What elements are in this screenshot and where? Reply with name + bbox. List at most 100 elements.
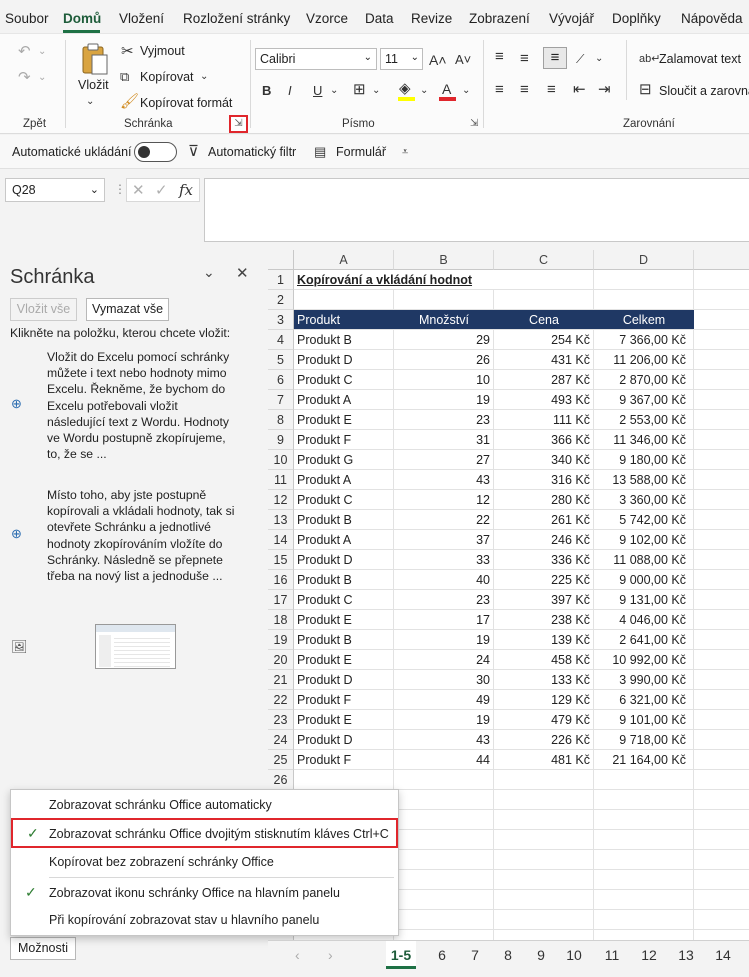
menu-page-layout[interactable]: Rozložení stránky xyxy=(183,11,290,26)
cell[interactable] xyxy=(694,510,749,530)
cell[interactable]: 23 xyxy=(394,410,494,430)
cell[interactable] xyxy=(694,670,749,690)
menu-file[interactable]: Soubor xyxy=(5,11,49,26)
cell[interactable]: 129 Kč xyxy=(494,690,594,710)
row-header[interactable]: 8 xyxy=(268,410,294,430)
row-header[interactable]: 10 xyxy=(268,450,294,470)
cell[interactable]: 24 xyxy=(394,650,494,670)
cell[interactable] xyxy=(494,910,594,930)
cell[interactable]: Produkt E xyxy=(294,650,394,670)
cell[interactable] xyxy=(494,810,594,830)
fill-color-icon[interactable]: ◈ xyxy=(399,81,411,97)
underline-icon[interactable]: U xyxy=(313,83,322,99)
cell[interactable] xyxy=(694,930,749,940)
cell[interactable]: 22 xyxy=(394,510,494,530)
italic-icon[interactable]: I xyxy=(288,83,292,99)
sheet-tab[interactable]: 7 xyxy=(463,947,487,963)
cell[interactable] xyxy=(394,810,494,830)
tab-scroll-right-icon[interactable]: › xyxy=(328,947,333,963)
cell[interactable]: 33 xyxy=(394,550,494,570)
row-header[interactable]: 11 xyxy=(268,470,294,490)
menu-item-copy-without-showing[interactable]: Kopírovat bez zobrazení schránky Office xyxy=(11,848,398,876)
cell[interactable] xyxy=(294,770,394,790)
cell[interactable]: 246 Kč xyxy=(494,530,594,550)
table-header-cell[interactable]: Celkem xyxy=(594,310,694,330)
menu-item-show-taskbar-icon[interactable]: ✓ Zobrazovat ikonu schránky Office na hl… xyxy=(11,879,398,907)
cell[interactable] xyxy=(394,290,494,310)
cell[interactable]: 238 Kč xyxy=(494,610,594,630)
cell[interactable] xyxy=(394,790,494,810)
row-header[interactable]: 23 xyxy=(268,710,294,730)
cell[interactable] xyxy=(694,310,749,330)
cell[interactable]: 11 206,00 Kč xyxy=(594,350,694,370)
font-name-combo[interactable]: Calibri ⌄ xyxy=(255,48,377,70)
cell[interactable]: 5 742,00 Kč xyxy=(594,510,694,530)
cell[interactable]: 479 Kč xyxy=(494,710,594,730)
cell[interactable] xyxy=(694,710,749,730)
column-header[interactable]: C xyxy=(494,250,594,270)
font-color-dropdown-icon[interactable]: ⌄ xyxy=(462,83,470,99)
cell[interactable] xyxy=(494,770,594,790)
copy-dropdown-icon[interactable]: ⌄ xyxy=(200,69,208,85)
underline-dropdown-icon[interactable]: ⌄ xyxy=(330,83,338,99)
copy-button[interactable]: Kopírovat xyxy=(140,70,194,84)
decrease-indent-icon[interactable]: ⇤ xyxy=(573,82,586,98)
cell[interactable] xyxy=(594,810,694,830)
pane-options-chevron-icon[interactable]: ⌄ xyxy=(203,264,215,281)
cell[interactable]: Produkt C xyxy=(294,370,394,390)
cell[interactable] xyxy=(494,870,594,890)
borders-icon[interactable]: ⊞ xyxy=(353,82,366,98)
cell[interactable]: 37 xyxy=(394,530,494,550)
cell[interactable] xyxy=(394,910,494,930)
cell[interactable]: Produkt C xyxy=(294,490,394,510)
cell[interactable]: 2 553,00 Kč xyxy=(594,410,694,430)
column-header[interactable]: D xyxy=(594,250,694,270)
cell[interactable] xyxy=(394,830,494,850)
row-header[interactable]: 12 xyxy=(268,490,294,510)
menu-home[interactable]: Domů xyxy=(63,11,101,26)
table-header-cell[interactable]: Produkt xyxy=(294,310,394,330)
align-top-icon[interactable]: ≡ xyxy=(495,49,504,65)
undo-icon[interactable]: ↶ xyxy=(18,44,31,60)
clipboard-item[interactable]: ⊕ Místo toho, aby jste postupně kopírova… xyxy=(0,484,266,604)
cell[interactable]: 12 xyxy=(394,490,494,510)
clipboard-launcher-icon[interactable]: ⇲ xyxy=(229,115,248,133)
menu-view[interactable]: Zobrazení xyxy=(469,11,530,26)
cell[interactable]: 139 Kč xyxy=(494,630,594,650)
cell[interactable] xyxy=(694,850,749,870)
menu-insert[interactable]: Vložení xyxy=(119,11,164,26)
cell[interactable]: 226 Kč xyxy=(494,730,594,750)
orientation-dropdown-icon[interactable]: ⌄ xyxy=(595,51,603,67)
clear-all-button[interactable]: Vymazat vše xyxy=(86,298,169,321)
cell[interactable]: Produkt F xyxy=(294,690,394,710)
cell[interactable]: Produkt D xyxy=(294,670,394,690)
column-header-partial[interactable] xyxy=(694,250,749,270)
align-middle-icon[interactable]: ≡ xyxy=(520,51,529,67)
cell[interactable] xyxy=(694,470,749,490)
cell[interactable]: 493 Kč xyxy=(494,390,594,410)
cell[interactable] xyxy=(694,390,749,410)
fill-dropdown-icon[interactable]: ⌄ xyxy=(420,83,428,99)
row-header[interactable]: 3 xyxy=(268,310,294,330)
cell[interactable]: Produkt E xyxy=(294,710,394,730)
cell[interactable] xyxy=(494,850,594,870)
cell[interactable] xyxy=(594,850,694,870)
cell[interactable] xyxy=(694,410,749,430)
menu-formulas[interactable]: Vzorce xyxy=(306,11,348,26)
cell[interactable]: 9 367,00 Kč xyxy=(594,390,694,410)
cell[interactable] xyxy=(494,890,594,910)
align-right-icon[interactable]: ≡ xyxy=(547,82,556,98)
cell[interactable] xyxy=(694,750,749,770)
cell[interactable] xyxy=(694,570,749,590)
borders-dropdown-icon[interactable]: ⌄ xyxy=(372,83,380,99)
cell[interactable]: 458 Kč xyxy=(494,650,594,670)
cell[interactable]: 316 Kč xyxy=(494,470,594,490)
row-header[interactable]: 6 xyxy=(268,370,294,390)
cell[interactable] xyxy=(694,530,749,550)
cell[interactable] xyxy=(594,290,694,310)
row-header[interactable]: 5 xyxy=(268,350,294,370)
cell[interactable]: 9 000,00 Kč xyxy=(594,570,694,590)
menu-help[interactable]: Nápověda xyxy=(681,11,743,26)
name-box[interactable]: Q28 ⌄ xyxy=(5,178,105,202)
row-header[interactable]: 9 xyxy=(268,430,294,450)
